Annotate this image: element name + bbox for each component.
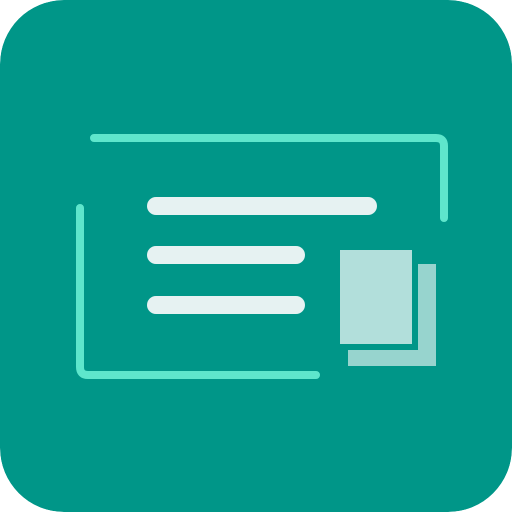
- copy-page-front: [340, 250, 412, 344]
- app-icon-graphic: [0, 0, 512, 512]
- app-icon: [0, 0, 512, 512]
- copy-pages-icon: [336, 246, 436, 366]
